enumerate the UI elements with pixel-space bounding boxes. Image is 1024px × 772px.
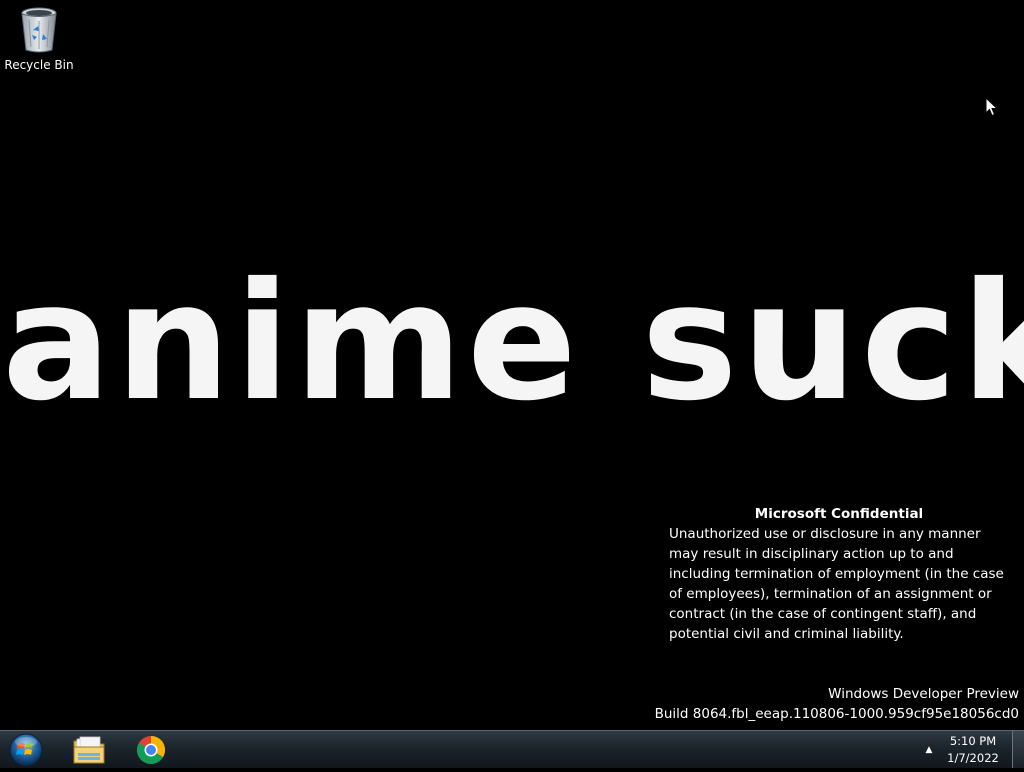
taskbar-clock[interactable]: 5:10 PM 1/7/2022 [942, 733, 1004, 767]
taskbar-file-explorer-button[interactable] [62, 732, 116, 768]
desktop: Recycle Bin anime sucks Microsoft Confid… [0, 0, 1024, 730]
watermark-edition: Windows Developer Preview [828, 686, 1019, 702]
chrome-icon [137, 735, 166, 764]
build-watermark: Windows Developer Preview Build 8064.fbl… [655, 684, 1019, 724]
confidential-notice: Microsoft Confidential Unauthorized use … [669, 504, 1009, 644]
desktop-icon-recycle-bin[interactable]: Recycle Bin [4, 6, 74, 72]
recycle-bin-icon [21, 7, 57, 53]
mouse-pointer-icon [985, 97, 999, 117]
show-hidden-icons-button[interactable]: ▲ [922, 743, 936, 757]
watermark-build: Build 8064.fbl_eeap.110806-1000.959cf95e… [654, 706, 1019, 722]
chevron-up-icon: ▲ [925, 745, 933, 755]
windows-start-orb-icon [9, 733, 43, 767]
start-button[interactable] [6, 732, 46, 768]
desktop-icon-label: Recycle Bin [4, 58, 74, 72]
folder-icon [73, 736, 105, 764]
clock-time: 5:10 PM [949, 734, 997, 748]
confidential-body: Unauthorized use or disclosure in any ma… [669, 526, 1004, 642]
confidential-title: Microsoft Confidential [754, 506, 924, 522]
show-desktop-button[interactable] [1012, 731, 1024, 768]
wallpaper-text: anime sucks [2, 249, 1024, 437]
taskbar-chrome-button[interactable] [124, 732, 178, 768]
taskbar: ▲ 5:10 PM 1/7/2022 [0, 730, 1024, 768]
clock-date: 1/7/2022 [947, 751, 999, 765]
